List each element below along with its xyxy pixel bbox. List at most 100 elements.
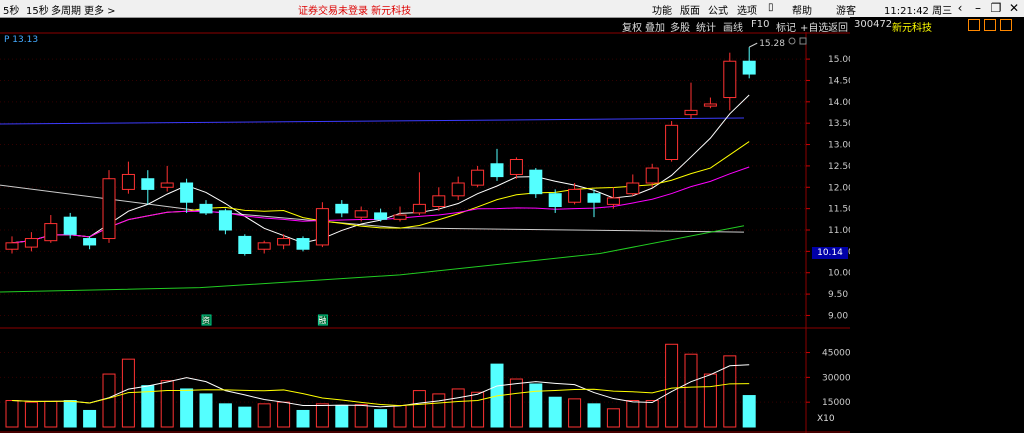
login-notice[interactable]: 证券交易未登录 新元科技 [298, 2, 411, 17]
price-tick-label: 15.00 [828, 55, 850, 65]
volume-bar [335, 404, 349, 428]
cursor-price-label: P 13.13 [4, 35, 39, 45]
candle-body [296, 238, 310, 250]
period-5s[interactable]: 5秒 [3, 2, 19, 17]
volume-bar [665, 343, 679, 428]
volume-bar [63, 400, 77, 428]
candle-body [199, 203, 213, 214]
price-tick-label: 14.50 [828, 76, 850, 86]
candle-body [121, 173, 135, 190]
price-tick-label: 11.50 [828, 205, 850, 215]
stock-code: 300472 [854, 19, 893, 30]
panel-icon[interactable] [1000, 19, 1012, 31]
menu-layout[interactable]: 版面 [680, 2, 700, 17]
volume-bar [568, 398, 582, 428]
volume-tick-label: 15000 [822, 398, 850, 408]
menu-function[interactable]: 功能 [652, 2, 672, 17]
price-tick-label: 13.00 [828, 141, 850, 151]
minimize-icon[interactable]: – [970, 1, 986, 15]
candle-body [509, 159, 523, 175]
volume-tick-label: 30000 [822, 373, 850, 383]
volume-bar [703, 373, 717, 428]
candle-body [742, 60, 756, 75]
more-menu[interactable]: 更多 > [84, 2, 116, 17]
event-tag-label: 融 [318, 315, 326, 325]
volume-bar [102, 373, 116, 428]
volume-bar [83, 409, 97, 428]
volume-bar [451, 388, 465, 428]
event-tag-label: 资 [202, 315, 210, 325]
volume-bar [645, 400, 659, 428]
volume-bar [160, 380, 174, 428]
volume-bar [548, 396, 562, 428]
clock: 11:21:42 周三 [884, 6, 953, 17]
candle-body [141, 178, 155, 190]
candle-body [277, 238, 291, 246]
candle-body [529, 169, 543, 195]
candle-body [568, 188, 582, 203]
price-tick-label: 9.00 [828, 311, 848, 321]
toolbar-f10[interactable]: F10 [751, 19, 769, 30]
candle-body [587, 193, 601, 203]
max-pointer [748, 42, 758, 48]
doc-icon[interactable]: ▯ [768, 2, 774, 13]
volume-bar [354, 404, 368, 428]
candle-body [645, 167, 659, 184]
price-tick-label: 11.00 [828, 226, 850, 236]
candle-body [44, 223, 58, 242]
volume-bar [218, 403, 232, 428]
candle-body [684, 109, 698, 116]
candle-body [335, 203, 349, 214]
settings-icon [788, 37, 796, 45]
volume-bar [606, 408, 620, 428]
candle-body [626, 182, 640, 195]
candle-body [432, 195, 446, 207]
volume-tick-label: 45000 [822, 349, 850, 359]
volume-bar [44, 400, 58, 428]
candle-body [703, 103, 717, 107]
volume-bar [509, 378, 523, 428]
candle-body [665, 124, 679, 161]
close-icon[interactable]: ✕ [1006, 1, 1022, 15]
title-bar: 5秒 15秒 多周期 更多 > 证券交易未登录 新元科技 功能 版面 公式 选项… [0, 0, 1024, 18]
price-tick-label: 12.50 [828, 162, 850, 172]
volume-bar [471, 391, 485, 428]
candle-body [393, 214, 407, 220]
period-15s[interactable]: 15秒 [26, 2, 49, 17]
layout-icon[interactable] [968, 19, 980, 31]
kline-chart[interactable]: 15.00 14.50 14.00 13.50 13.00 12.50 12.00 11.50… [0, 32, 850, 433]
last-price-tag: 10.14 [812, 247, 848, 259]
max-price-label: 15.28 [759, 39, 785, 49]
candle-body [490, 163, 504, 178]
volume-bar [238, 406, 252, 428]
price-tick-label: 14.00 [828, 98, 850, 108]
chart-toolbar: 复权 叠加 多股 统计 画线 F10 标记 +自选 返回 [0, 18, 850, 34]
back-icon[interactable]: ‹ [952, 1, 968, 15]
side-panel [850, 17, 1024, 433]
restore-icon[interactable]: ❐ [988, 1, 1004, 15]
multi-period[interactable]: 多周期 [51, 2, 81, 17]
candle-body [315, 208, 329, 246]
menu-formula[interactable]: 公式 [708, 2, 728, 17]
candle-body [63, 216, 77, 235]
menu-options[interactable]: 选项 [737, 2, 757, 17]
volume-bar [626, 400, 640, 428]
candle-body [180, 182, 194, 203]
stock-name: 新元科技 [892, 23, 932, 34]
menu-help[interactable]: 帮助 [792, 2, 812, 17]
price-tick-label: 10.00 [828, 269, 850, 279]
price-tick-label: 9.50 [828, 290, 848, 300]
volume-bar [393, 404, 407, 428]
volume-bar [723, 355, 737, 428]
volume-bar [432, 393, 446, 428]
volume-bar [412, 390, 426, 428]
candle-body [24, 238, 38, 248]
volume-bar [199, 393, 213, 428]
grid-icon[interactable] [984, 19, 996, 31]
volume-bar [24, 401, 38, 428]
guest-label[interactable]: 游客 [836, 2, 856, 17]
volume-bar [277, 401, 291, 428]
candle-body [5, 242, 19, 250]
candle-body [160, 182, 174, 188]
candle-body [606, 197, 620, 205]
